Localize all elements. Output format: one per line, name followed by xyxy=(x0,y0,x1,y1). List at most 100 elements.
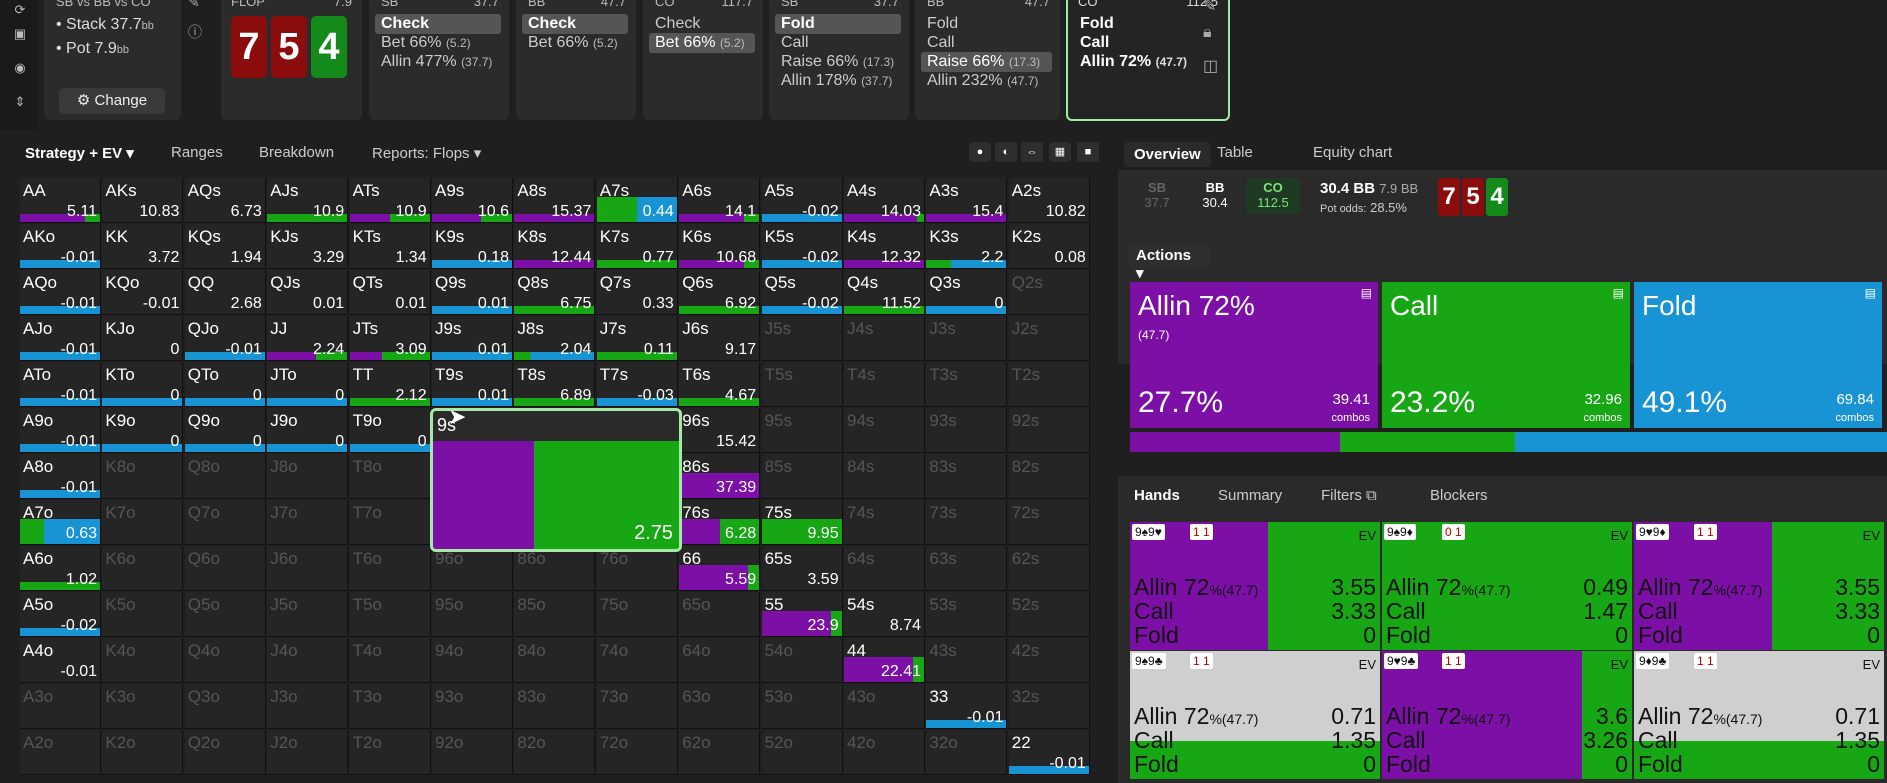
hand-cell[interactable]: 65s 3.59 xyxy=(761,546,843,591)
hand-cell[interactable]: Q6s 6.92 xyxy=(679,270,761,315)
hand-cell[interactable]: T6o xyxy=(349,546,431,591)
hand-cell[interactable]: T4s xyxy=(844,362,925,407)
hand-cell[interactable]: 86o xyxy=(514,546,596,591)
hand-cell[interactable]: 53o xyxy=(761,684,843,729)
hand-cell[interactable]: 85o xyxy=(514,592,596,637)
hand-cell[interactable]: K4o xyxy=(102,638,184,683)
hand-cell[interactable]: 54s 8.74 xyxy=(844,592,925,637)
hand-cell[interactable]: K6o xyxy=(102,546,184,591)
node-action[interactable]: Allin 232% (47.7) xyxy=(921,71,1044,91)
hand-cell[interactable]: K3s 2.2 xyxy=(926,224,1008,269)
hand-cell[interactable]: Q7s 0.33 xyxy=(596,270,678,315)
hand-cell[interactable]: T3o xyxy=(349,684,431,729)
hand-cell[interactable]: 73s xyxy=(926,500,1008,545)
hand-cell[interactable]: A9s 10.6 xyxy=(432,178,513,223)
hand-cell[interactable]: J5s xyxy=(761,316,843,361)
hand-cell[interactable]: J6s 9.17 xyxy=(679,316,761,361)
hand-cell[interactable]: T2o xyxy=(349,730,431,775)
tab-ranges[interactable]: Ranges xyxy=(171,144,223,161)
hand-cell[interactable]: A8s 15.37 xyxy=(514,178,596,223)
hand-cell[interactable]: KK 3.72 xyxy=(102,224,184,269)
hand-cell[interactable]: 96o xyxy=(432,546,513,591)
node-action[interactable]: Raise 66% (17.3) xyxy=(775,52,900,72)
hand-cell[interactable]: QTs 0.01 xyxy=(349,270,431,315)
hand-cell[interactable]: A2o xyxy=(20,730,101,775)
change-button[interactable]: ⚙ Change xyxy=(59,88,165,114)
edit-icon[interactable]: ✎ xyxy=(1203,0,1216,16)
hand-cell[interactable]: J8s 2.04 xyxy=(514,316,596,361)
hand-cell[interactable]: A3s 15.4 xyxy=(926,178,1008,223)
hand-cell[interactable]: 52s xyxy=(1008,592,1090,637)
node-action[interactable]: Check xyxy=(375,14,501,34)
hand-cell[interactable]: 92s xyxy=(1008,408,1090,453)
hand-combo-card[interactable]: 9♠9♣ 1 1 EV Allin 72%(47.7) 0.71 Call 1.35 Fold… xyxy=(1130,651,1380,779)
hand-cell[interactable]: J9s 0.01 xyxy=(432,316,513,361)
view-square-icon[interactable]: ■ xyxy=(1077,142,1099,162)
hand-cell[interactable]: Q3s 0 xyxy=(926,270,1008,315)
hand-cell[interactable]: QTo 0 xyxy=(184,362,266,407)
hand-cell[interactable]: J9o 0 xyxy=(267,408,349,453)
hand-cell[interactable]: 86s 37.39 xyxy=(679,454,761,499)
hand-cell[interactable]: 63o xyxy=(679,684,761,729)
tab-summary[interactable]: Summary xyxy=(1218,487,1282,504)
node-action[interactable]: Check xyxy=(522,14,628,34)
hand-cell[interactable]: 62o xyxy=(679,730,761,775)
hand-cell[interactable]: T8s 6.89 xyxy=(514,362,596,407)
action-node[interactable]: CO 117.7 Check Bet 66% (5.2) xyxy=(643,0,763,120)
hand-cell[interactable]: AJs 10.9 xyxy=(267,178,349,223)
view-contrast-icon[interactable]: ◐ xyxy=(995,142,1017,162)
expand-icon[interactable]: ⇕ xyxy=(10,94,30,112)
hand-cell[interactable]: Q9s 0.01 xyxy=(432,270,513,315)
node-action[interactable]: Fold xyxy=(1074,14,1120,34)
hand-cell[interactable]: J3s xyxy=(926,316,1008,361)
hand-cell[interactable]: Q2s xyxy=(1008,270,1090,315)
split-icon[interactable]: ◫ xyxy=(1203,56,1218,76)
notes-icon[interactable]: ▤ xyxy=(1865,286,1876,300)
hand-cell[interactable]: K3o xyxy=(102,684,184,729)
hand-cell[interactable]: 93o xyxy=(432,684,513,729)
hand-cell[interactable]: 43o xyxy=(844,684,925,729)
tab-overview[interactable]: Overview xyxy=(1124,142,1211,167)
hand-cell[interactable]: KTs 1.34 xyxy=(349,224,431,269)
hand-cell[interactable]: T7o xyxy=(349,500,431,545)
hand-cell[interactable]: K4s 12.32 xyxy=(844,224,925,269)
tab-table[interactable]: Table xyxy=(1217,144,1253,161)
hand-cell[interactable]: 55 23.9 xyxy=(761,592,843,637)
hand-cell[interactable]: Q3o xyxy=(184,684,266,729)
tab-reports[interactable]: Reports: Flops ▾ xyxy=(372,144,481,162)
hand-cell[interactable]: 52o xyxy=(761,730,843,775)
hand-cell[interactable]: 83o xyxy=(514,684,596,729)
hand-cell[interactable]: 76s 6.28 xyxy=(679,500,761,545)
hand-cell[interactable]: 95s xyxy=(761,408,843,453)
hand-cell[interactable]: 76o xyxy=(596,546,678,591)
hand-cell[interactable]: 62s xyxy=(1008,546,1090,591)
action-summary-card[interactable]: Allin 72% (47.7) 27.7% 39.41 combos ▤ xyxy=(1130,282,1378,428)
view-sphere-icon[interactable]: ● xyxy=(969,142,991,162)
hand-cell[interactable]: A6s 14.1 xyxy=(679,178,761,223)
node-action[interactable]: Bet 66% (5.2) xyxy=(375,33,477,53)
hand-cell[interactable]: AKs 10.83 xyxy=(102,178,184,223)
hand-combo-card[interactable]: 9♠9♦ 0 1 EV Allin 72%(47.7) 0.49 Call 1.47 Fold… xyxy=(1382,522,1632,650)
hand-cell[interactable]: A4s 14.03 xyxy=(844,178,925,223)
hand-cell[interactable]: 75o xyxy=(596,592,678,637)
info-icon[interactable]: ⓘ xyxy=(188,22,202,42)
hand-cell[interactable]: T3s xyxy=(926,362,1008,407)
hand-cell[interactable]: K7o xyxy=(102,500,184,545)
hand-cell[interactable]: J5o xyxy=(267,592,349,637)
hand-cell[interactable]: AKo -0.01 xyxy=(20,224,101,269)
hand-combo-card[interactable]: 9♠9♥ 1 1 EV Allin 72%(47.7) 3.55 Call 3.33 Fold… xyxy=(1130,522,1380,650)
hand-cell[interactable]: 44 22.41 xyxy=(844,638,925,683)
hand-cell[interactable]: Q4o xyxy=(184,638,266,683)
hand-cell[interactable]: A5s -0.02 xyxy=(761,178,843,223)
node-action[interactable]: Bet 66% (5.2) xyxy=(522,33,624,53)
hand-cell[interactable]: 96s 15.42 xyxy=(679,408,761,453)
hand-cell[interactable]: K8s 12.44 xyxy=(514,224,596,269)
hand-cell[interactable]: QJo -0.01 xyxy=(184,316,266,361)
node-action[interactable]: Raise 66% (17.3) xyxy=(921,52,1052,72)
tab-equity-chart[interactable]: Equity chart xyxy=(1313,144,1392,161)
action-node[interactable]: SB 37.7 Check Bet 66% (5.2) Allin 477% (37.… xyxy=(369,0,509,120)
hand-cell[interactable]: K9o 0 xyxy=(102,408,184,453)
hand-cell[interactable]: 42s xyxy=(1008,638,1090,683)
hand-cell[interactable]: A2s 10.82 xyxy=(1008,178,1090,223)
node-action[interactable]: Call xyxy=(921,33,961,53)
